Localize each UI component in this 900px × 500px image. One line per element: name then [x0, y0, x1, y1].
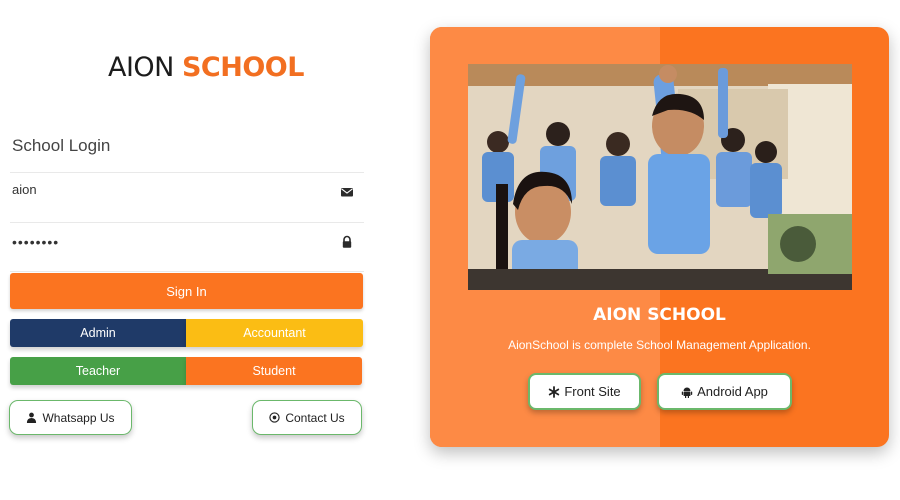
sign-in-button[interactable]: Sign In: [10, 273, 363, 309]
promo-card: AION SCHOOL AionSchool is complete Schoo…: [430, 27, 889, 447]
username-field: [10, 172, 364, 212]
android-app-button[interactable]: Android App: [657, 373, 792, 410]
card-subtitle: AionSchool is complete School Management…: [508, 338, 811, 352]
classroom-photo: [468, 64, 852, 290]
login-title: School Login: [12, 136, 111, 155]
card-title: AION SCHOOL: [593, 305, 726, 325]
contact-label: Contact Us: [285, 410, 345, 425]
android-icon: [681, 387, 693, 398]
front-site-label: Front Site: [564, 384, 621, 399]
whatsapp-button[interactable]: Whatsapp Us: [9, 400, 132, 435]
password-field: [10, 222, 364, 272]
logo-text-school: SCHOOL: [181, 52, 304, 83]
admin-button[interactable]: Admin: [10, 319, 186, 347]
android-app-label: Android App: [697, 384, 768, 399]
password-input[interactable]: [12, 234, 322, 250]
envelope-icon: [341, 188, 353, 197]
user-icon: [27, 412, 37, 423]
teacher-button[interactable]: Teacher: [10, 357, 186, 385]
asterisk-icon: [549, 385, 560, 398]
accountant-button[interactable]: Accountant: [186, 319, 363, 347]
student-button[interactable]: Student: [186, 357, 362, 385]
front-site-button[interactable]: Front Site: [528, 373, 641, 410]
lock-icon: [342, 235, 352, 248]
circle-icon: [269, 412, 280, 423]
contact-button[interactable]: Contact Us: [252, 400, 362, 435]
whatsapp-label: Whatsapp Us: [42, 410, 115, 425]
app-logo: AION SCHOOL: [108, 52, 304, 83]
logo-text-aion: AION: [108, 52, 182, 83]
username-input[interactable]: [12, 182, 322, 197]
